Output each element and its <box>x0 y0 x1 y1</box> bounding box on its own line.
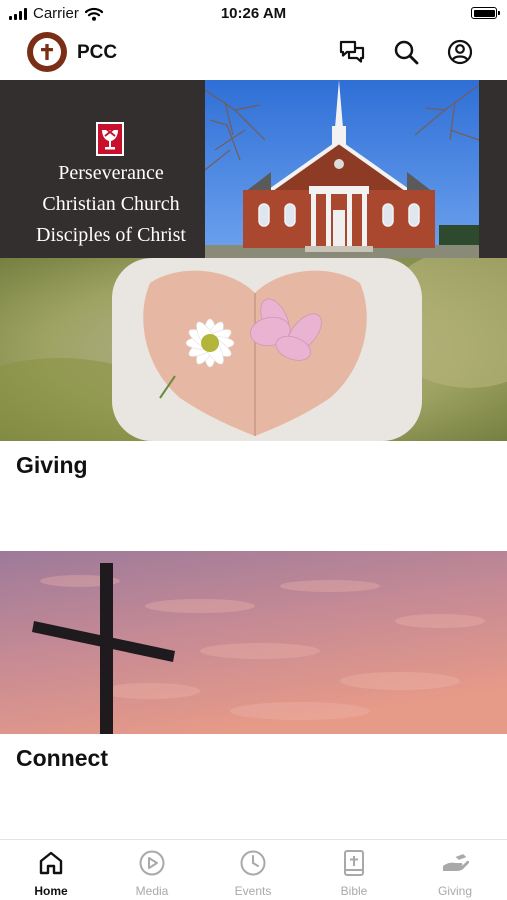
tab-label: Bible <box>340 884 368 898</box>
banner-church-name: Perseverance Christian Church Disciples … <box>0 158 222 251</box>
app-header: PCC <box>0 28 507 80</box>
tab-label: Events <box>234 884 272 898</box>
giving-hand-icon <box>443 854 470 871</box>
search-icon <box>394 40 419 65</box>
clock-icon <box>240 850 266 876</box>
app-title: PCC <box>77 42 118 63</box>
search-button[interactable] <box>392 38 420 66</box>
bottom-tab-bar: Home Media Events Bible Giving <box>0 839 507 900</box>
connect-card-image[interactable] <box>0 551 507 734</box>
banner-line: Christian Church <box>42 193 180 215</box>
chat-button[interactable] <box>338 38 366 66</box>
connect-card-title[interactable]: Connect <box>16 745 108 772</box>
account-icon <box>447 39 473 65</box>
cross-icon <box>33 38 61 66</box>
tab-label: Media <box>135 884 169 898</box>
tab-home[interactable]: Home <box>11 848 91 898</box>
giving-card-title[interactable]: Giving <box>16 452 88 479</box>
tab-events[interactable]: Events <box>213 848 293 898</box>
profile-button[interactable] <box>446 38 474 66</box>
banner-line: Perseverance <box>58 162 164 184</box>
chat-icon <box>339 40 365 63</box>
cross-sky-photo <box>0 551 507 734</box>
home-icon <box>39 851 63 875</box>
tab-media[interactable]: Media <box>112 848 192 898</box>
church-building-photo <box>205 80 479 258</box>
church-logo[interactable] <box>27 32 67 72</box>
banner-line: Disciples of Christ <box>36 224 186 246</box>
battery-icon <box>471 7 500 19</box>
tab-label: Giving <box>437 884 472 898</box>
tab-giving[interactable]: Giving <box>415 848 495 898</box>
play-icon <box>139 850 165 876</box>
church-banner: Perseverance Christian Church Disciples … <box>0 80 507 258</box>
giving-card-image[interactable] <box>0 258 507 441</box>
status-bar: Carrier 10:26 AM <box>0 0 507 28</box>
tab-label: Home <box>34 884 68 898</box>
chalice-logo-icon <box>96 122 124 156</box>
tab-bible[interactable]: Bible <box>314 848 394 898</box>
hands-flowers-photo <box>0 258 507 441</box>
status-time: 10:26 AM <box>220 5 287 22</box>
bible-icon <box>344 850 364 876</box>
